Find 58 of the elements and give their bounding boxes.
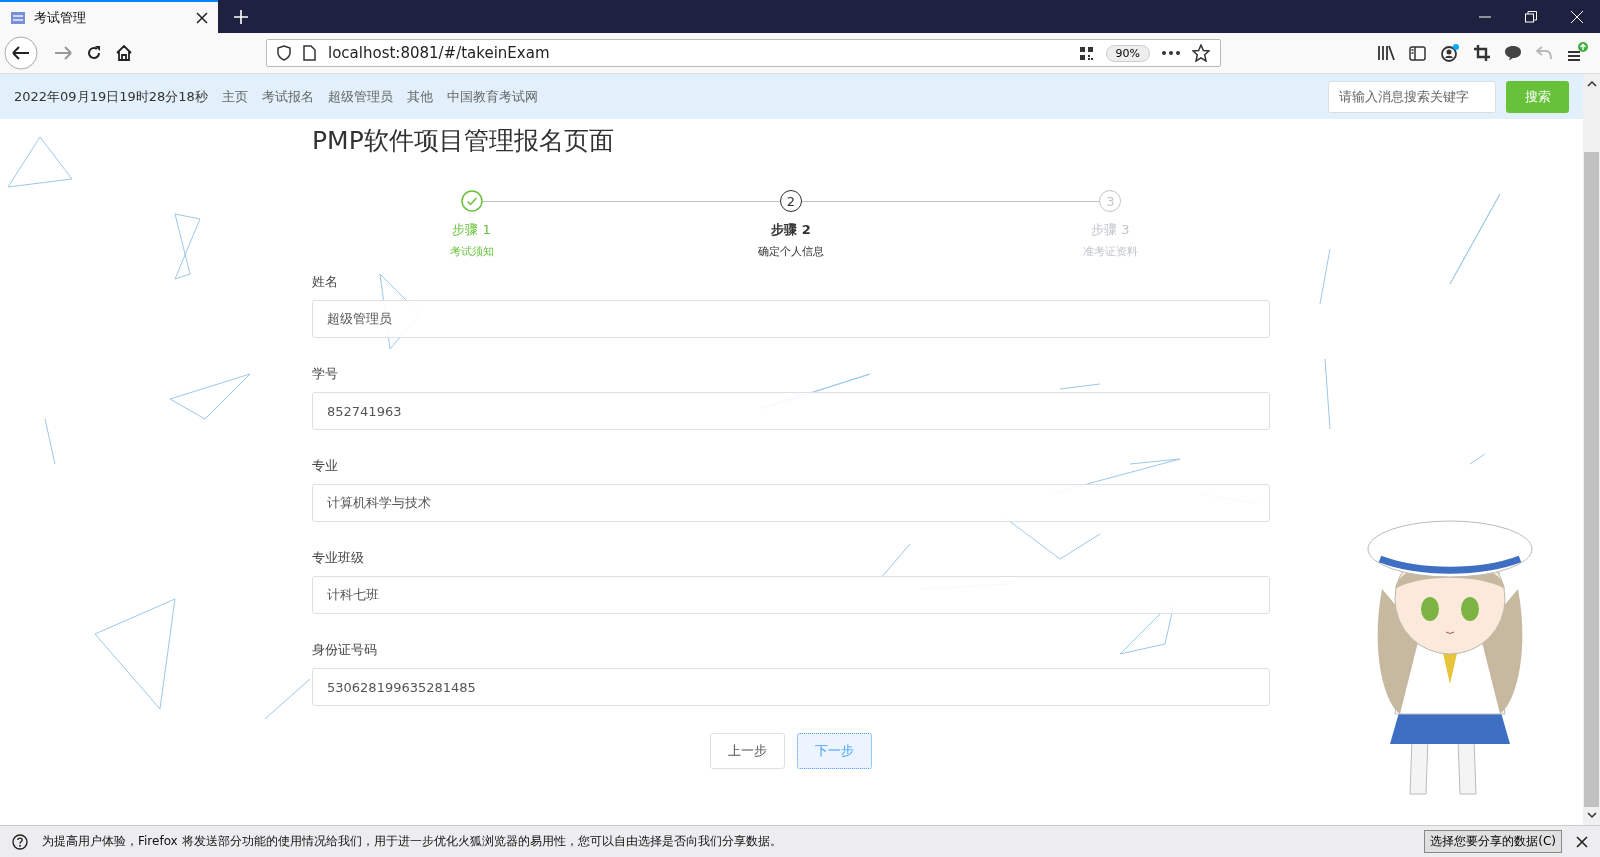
qr-code-icon[interactable] <box>1078 45 1094 61</box>
more-icon[interactable] <box>1162 51 1180 55</box>
field-label: 姓名 <box>312 273 338 291</box>
step-number: 2 <box>780 190 802 212</box>
input-field[interactable]: 530628199635281485 <box>312 668 1270 706</box>
field-label: 身份证号码 <box>312 641 377 659</box>
input-field[interactable]: 计科七班 <box>312 576 1270 614</box>
scroll-up-icon[interactable] <box>1586 80 1597 88</box>
account-icon[interactable] <box>1440 44 1460 62</box>
search-field[interactable]: 请输入消息搜索关键字 <box>1328 80 1496 113</box>
share-data-button[interactable]: 选择您要分享的数据(C) <box>1424 830 1562 853</box>
back-icon[interactable] <box>4 36 38 70</box>
step-title: 步骤 3 <box>1091 221 1130 239</box>
nav-link[interactable]: 考试报名 <box>261 87 314 106</box>
input-field[interactable]: 超级管理员 <box>312 300 1270 338</box>
nav-link[interactable]: 其他 <box>406 87 433 106</box>
field-label: 学号 <box>312 365 338 383</box>
input-field[interactable]: 852741963 <box>312 392 1270 430</box>
chat-bubble-icon[interactable] <box>1504 45 1522 61</box>
zoom-level-badge[interactable]: 90% <box>1105 44 1150 62</box>
input-field[interactable]: 计算机科学与技术 <box>312 484 1270 522</box>
new-tab-icon[interactable] <box>234 9 248 24</box>
scrollbar[interactable] <box>1583 74 1600 825</box>
step-number: 3 <box>1099 190 1122 212</box>
restore-icon[interactable] <box>1525 10 1537 23</box>
close-icon[interactable] <box>196 11 208 24</box>
url-text: localhost:8081/#/takeinExam <box>328 44 550 62</box>
previous-step-button[interactable]: 上一步 <box>710 733 785 769</box>
browser-tab[interactable]: 考试管理 <box>0 0 218 33</box>
scroll-down-icon[interactable] <box>1586 811 1597 819</box>
nav-link[interactable]: 超级管理员 <box>327 87 393 106</box>
library-icon[interactable] <box>1377 45 1395 61</box>
reload-icon[interactable] <box>86 45 102 61</box>
notification-text: 为提高用户体验，Firefox 将发送部分功能的使用情况给我们，用于进一步优化火狐浏览器的易用性，您可以自由选择是否向我们分享数据。 <box>42 833 782 850</box>
page-title: PMP软件项目管理报名页面 <box>312 125 615 157</box>
address-bar[interactable]: localhost:8081/#/takeinExam 90% <box>266 39 1221 67</box>
close-icon[interactable] <box>1576 835 1588 848</box>
field-label: 专业班级 <box>312 549 364 567</box>
sidebar-icon[interactable] <box>1409 45 1426 61</box>
menu-icon[interactable] <box>1566 42 1588 64</box>
crop-icon[interactable] <box>1474 45 1490 61</box>
page-icon <box>303 45 316 61</box>
step-title: 步骤 2 <box>771 221 811 239</box>
star-icon[interactable] <box>1192 44 1210 62</box>
datetime-text: 2022年09月19日19时28分18秒 <box>14 87 208 106</box>
step-title: 步骤 1 <box>452 221 491 239</box>
scrollbar-thumb[interactable] <box>1584 152 1599 807</box>
home-icon[interactable] <box>116 45 132 61</box>
field-label: 专业 <box>312 457 338 475</box>
nav-link[interactable]: 中国教育考试网 <box>446 87 538 106</box>
help-icon <box>12 833 28 850</box>
step-description: 考试须知 <box>449 244 494 259</box>
step-description: 确定个人信息 <box>758 244 824 259</box>
tab-title: 考试管理 <box>34 8 87 27</box>
shield-icon[interactable] <box>277 45 291 61</box>
site-favicon-icon <box>10 9 26 26</box>
forward-icon[interactable] <box>54 44 72 62</box>
nav-link[interactable]: 主页 <box>221 87 248 106</box>
